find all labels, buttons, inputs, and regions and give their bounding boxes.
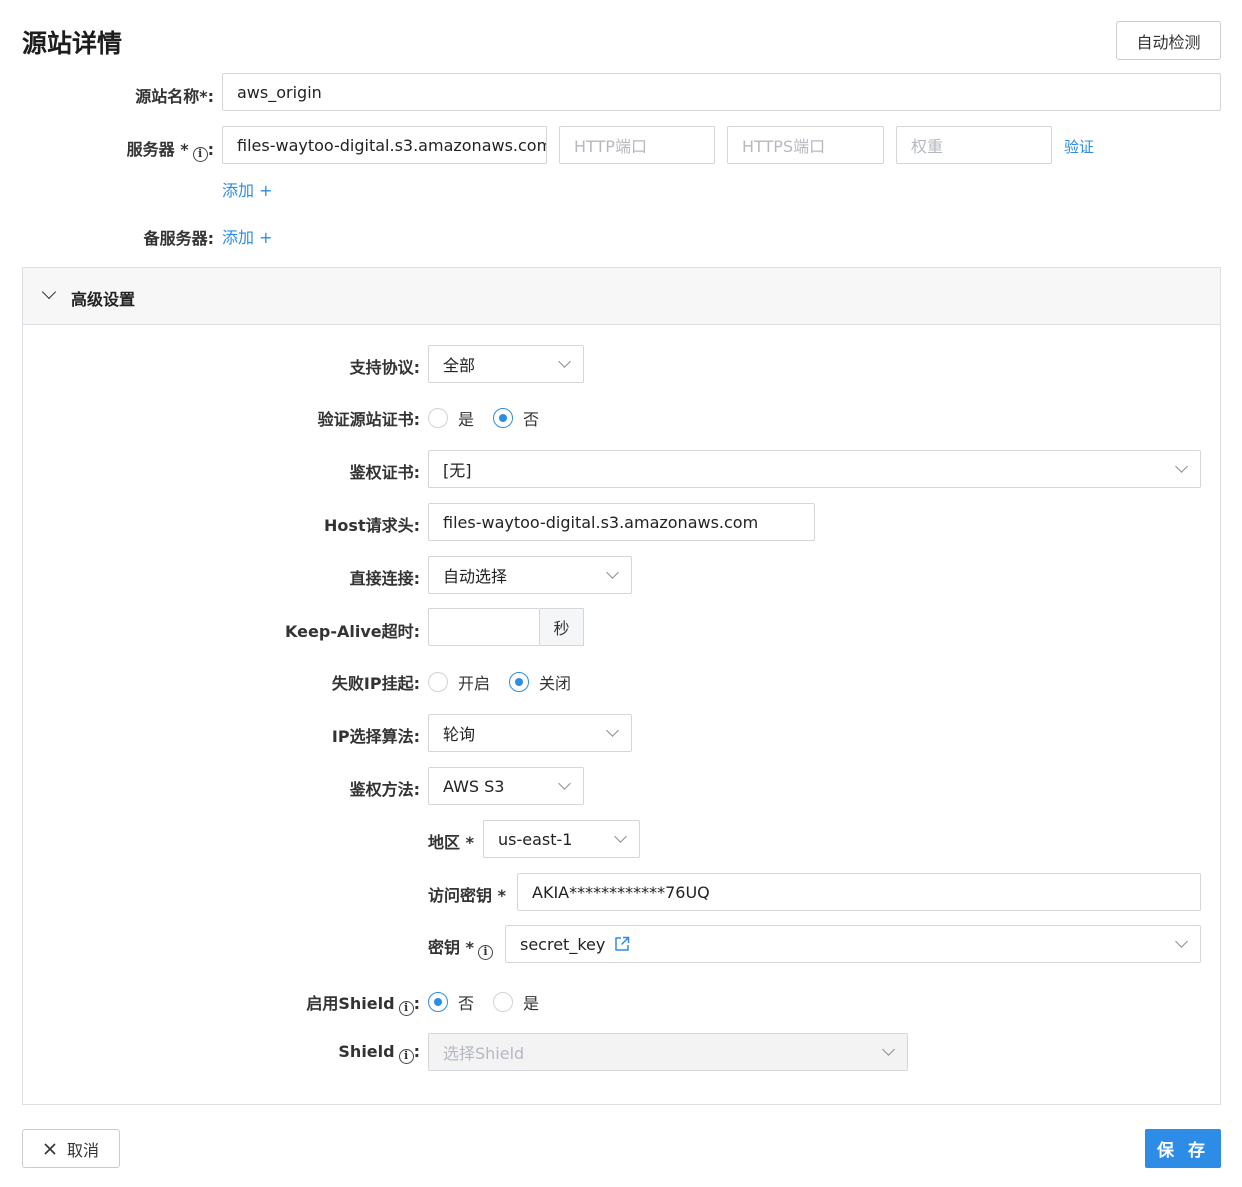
region-label: 地区 *	[428, 833, 474, 852]
ip-algorithm-select[interactable]: 轮询	[428, 714, 632, 752]
direct-connect-select[interactable]: 自动选择	[428, 556, 632, 594]
shield-enable-no-radio[interactable]: 否	[428, 990, 474, 1014]
http-port-input[interactable]: HTTP端口	[559, 126, 715, 164]
cancel-label: 取消	[66, 1140, 99, 1160]
auth-cert-value: [无]	[443, 461, 472, 480]
region-select[interactable]: us-east-1	[483, 820, 640, 858]
secret-value: secret_key	[520, 934, 606, 954]
save-button[interactable]: 保 存	[1145, 1129, 1221, 1168]
protocol-select[interactable]: 全部	[428, 345, 584, 383]
verify-cert-yes-radio[interactable]: 是	[428, 406, 474, 430]
fail-ip-off-radio[interactable]: 关闭	[509, 670, 571, 694]
external-link-icon[interactable]	[614, 936, 630, 952]
shield-enable-label: 启用Shield i:	[306, 994, 420, 1016]
chevron-down-icon	[558, 355, 571, 368]
info-icon: i	[192, 147, 208, 162]
chevron-down-icon	[1175, 460, 1188, 473]
close-icon	[44, 1142, 56, 1155]
chevron-down-icon	[1175, 935, 1188, 948]
auth-cert-label: 鉴权证书:	[349, 463, 420, 482]
advanced-settings-title: 高级设置	[71, 290, 136, 309]
advanced-settings-header[interactable]: 高级设置	[23, 268, 1220, 325]
chevron-down-icon	[606, 566, 619, 579]
shield-enable-yes-radio[interactable]: 是	[493, 990, 539, 1014]
auto-detect-button[interactable]: 自动检测	[1116, 21, 1221, 60]
fail-ip-label: 失败IP挂起:	[331, 674, 420, 693]
chevron-down-icon	[614, 830, 627, 843]
keepalive-label: Keep-Alive超时:	[285, 622, 420, 641]
auth-cert-select[interactable]: [无]	[428, 450, 1201, 488]
cancel-button[interactable]: 取消	[22, 1129, 120, 1168]
ip-algorithm-value: 轮询	[443, 725, 476, 744]
keepalive-input[interactable]	[428, 608, 540, 646]
secret-label: 密钥 * i	[428, 934, 493, 960]
keepalive-unit: 秒	[540, 608, 584, 646]
access-key-input[interactable]: AKIA************76UQ	[517, 873, 1201, 911]
info-icon: i	[398, 1049, 414, 1064]
backup-server-label: 备服务器:	[143, 229, 214, 248]
weight-input[interactable]: 权重	[896, 126, 1052, 164]
protocol-label: 支持协议:	[349, 358, 420, 377]
info-icon: i	[477, 945, 493, 960]
auth-method-select[interactable]: AWS S3	[428, 767, 584, 805]
shield-select: 选择Shield	[428, 1033, 908, 1071]
advanced-settings-panel: 高级设置	[22, 267, 1221, 1105]
page-title: 源站详情	[22, 29, 123, 58]
ip-algorithm-label: IP选择算法:	[331, 727, 420, 746]
add-server-link[interactable]: 添加 +	[222, 177, 273, 201]
verify-link[interactable]: 验证	[1064, 136, 1094, 157]
server-host-input[interactable]: files-waytoo-digital.s3.amazonaws.com	[222, 126, 547, 164]
origin-name-label: 源站名称*:	[135, 87, 214, 106]
host-header-label: Host请求头:	[324, 516, 420, 535]
region-value: us-east-1	[498, 829, 573, 849]
verify-cert-label: 验证源站证书:	[317, 410, 420, 429]
chevron-down-icon	[558, 777, 571, 790]
https-port-input[interactable]: HTTPS端口	[727, 126, 884, 164]
auth-method-label: 鉴权方法:	[349, 780, 420, 799]
chevron-down-icon	[882, 1043, 895, 1056]
shield-label: Shield i:	[338, 1042, 420, 1064]
chevron-down-icon	[606, 724, 619, 737]
direct-connect-value: 自动选择	[443, 567, 508, 586]
secret-select[interactable]: secret_key	[505, 925, 1201, 963]
info-icon: i	[398, 1001, 414, 1016]
direct-connect-label: 直接连接:	[349, 569, 420, 588]
add-backup-server-link[interactable]: 添加 +	[222, 224, 273, 248]
access-key-label: 访问密钥 *	[428, 886, 506, 905]
auth-method-value: AWS S3	[443, 776, 505, 796]
verify-cert-no-radio[interactable]: 否	[493, 406, 539, 430]
secret-value-wrap: secret_key	[520, 935, 1169, 954]
fail-ip-on-radio[interactable]: 开启	[428, 670, 490, 694]
shield-placeholder: 选择Shield	[443, 1044, 525, 1063]
protocol-value: 全部	[443, 356, 476, 375]
server-label: 服务器 * i:	[126, 140, 214, 162]
origin-name-input[interactable]: aws_origin	[222, 73, 1221, 111]
host-header-input[interactable]: files-waytoo-digital.s3.amazonaws.com	[428, 503, 815, 541]
chevron-down-icon	[41, 284, 57, 300]
